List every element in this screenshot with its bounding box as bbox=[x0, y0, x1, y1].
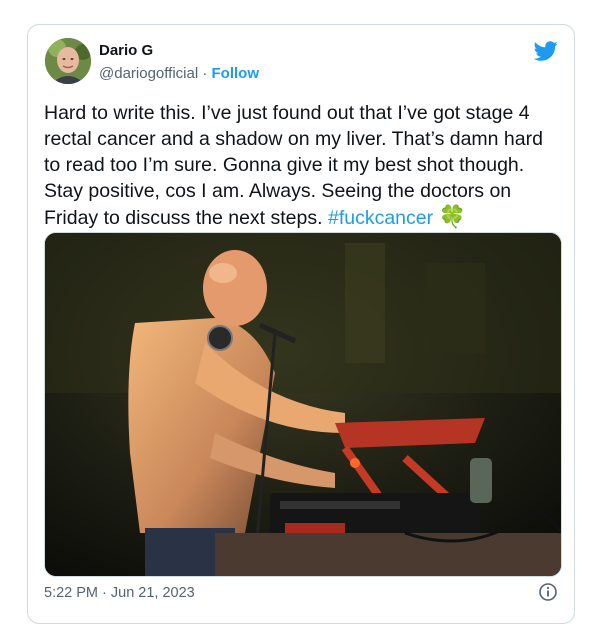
tweet-timestamp[interactable]: 5:22 PM · Jun 21, 2023 bbox=[44, 585, 195, 601]
author-avatar[interactable] bbox=[45, 38, 91, 84]
meta-separator: · bbox=[202, 65, 208, 82]
twitter-bird-icon[interactable] bbox=[534, 39, 558, 63]
author-handle[interactable]: @dariogofficial bbox=[99, 65, 198, 82]
author-name[interactable]: Dario G bbox=[99, 42, 153, 59]
hashtag-link[interactable]: #fuckcancer bbox=[328, 207, 433, 229]
tweet-card[interactable]: Dario G @dariogofficial · Follow Hard to… bbox=[27, 24, 575, 624]
tweet-body: Hard to write this. I’ve just found out … bbox=[44, 102, 543, 229]
info-icon[interactable] bbox=[538, 582, 558, 602]
follow-button[interactable]: Follow bbox=[212, 65, 260, 82]
author-meta: @dariogofficial · Follow bbox=[99, 65, 259, 82]
tweet-photo[interactable] bbox=[44, 232, 562, 577]
tweet-text: Hard to write this. I’ve just found out … bbox=[44, 100, 564, 231]
clover-emoji: 🍀 bbox=[438, 204, 466, 229]
